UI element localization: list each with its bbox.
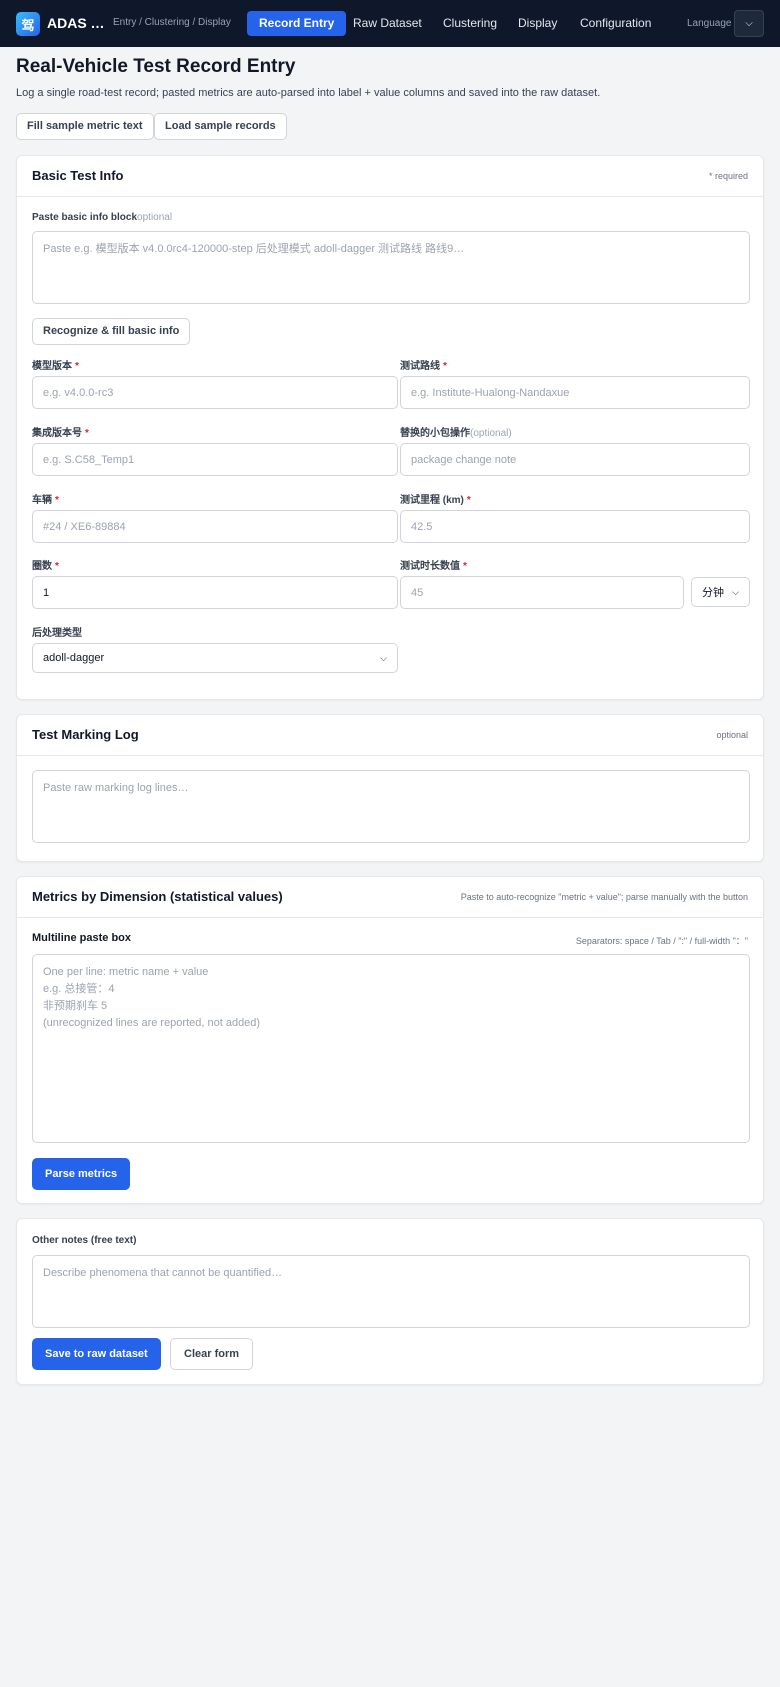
breadcrumb: Entry / Clustering / Display (113, 17, 231, 28)
app-name[interactable]: ADAS … (47, 15, 105, 31)
duration-input[interactable] (400, 576, 684, 609)
metrics-card: Metrics by Dimension (statistical values… (16, 876, 764, 1204)
paste-basic-label: Paste basic info blockoptional (32, 212, 173, 223)
top-nav-bar: 驾 ADAS … Entry / Clustering / Display Re… (0, 0, 780, 47)
tab-display[interactable]: Display (506, 11, 569, 36)
tab-record-entry[interactable]: Record Entry (247, 11, 347, 36)
marking-log-textarea[interactable] (32, 770, 750, 843)
package-change-label: 替换的小包操作(optional) (400, 428, 512, 439)
model-version-input[interactable] (32, 376, 398, 409)
marking-log-card: Test Marking Log optional (16, 714, 764, 862)
laps-input[interactable] (32, 576, 398, 609)
load-sample-button[interactable]: Load sample records (154, 113, 287, 140)
required-hint: * required (708, 171, 748, 181)
card-title: Metrics by Dimension (statistical values… (32, 889, 283, 904)
card-header: Test Marking Log optional (17, 715, 763, 756)
package-change-input[interactable] (400, 443, 750, 476)
paste-basic-textarea[interactable] (32, 231, 750, 304)
postproc-select[interactable]: adoll-dagger ⌵ (32, 643, 398, 673)
vehicle-label: 车辆 * (32, 495, 59, 506)
notes-label: Other notes (free text) (32, 1235, 137, 1246)
duration-unit-value: 分钟 (702, 587, 724, 599)
chevron-down-icon: ⌵ (745, 18, 753, 29)
app-logo-icon[interactable]: 驾 (16, 12, 40, 36)
postproc-value: adoll-dagger (43, 652, 105, 664)
route-input[interactable] (400, 376, 750, 409)
vehicle-input[interactable] (32, 510, 398, 543)
clear-form-button[interactable]: Clear form (170, 1338, 254, 1370)
card-header: Basic Test Info * required (17, 156, 763, 197)
route-label: 测试路线 * (400, 361, 447, 372)
save-to-dataset-button[interactable]: Save to raw dataset (32, 1338, 161, 1370)
basic-info-card: Basic Test Info * required Paste basic i… (16, 155, 764, 700)
language-select[interactable]: ⌵ (734, 10, 764, 37)
duration-label: 测试时长数值 * (400, 561, 467, 572)
tab-configuration[interactable]: Configuration (568, 11, 663, 36)
optional-hint: optional (716, 730, 748, 740)
card-title: Test Marking Log (32, 727, 139, 742)
metrics-textarea[interactable] (32, 954, 750, 1143)
model-version-label: 模型版本 * (32, 361, 79, 372)
card-header: Metrics by Dimension (statistical values… (17, 877, 763, 918)
page-description: Log a single road-test record; pasted me… (16, 87, 601, 99)
metrics-hint: Paste to auto-recognize "metric + value"… (460, 892, 748, 902)
mileage-label: 测试里程 (km) * (400, 495, 471, 506)
multiline-paste-label: Multiline paste box (32, 932, 132, 944)
laps-label: 圈数 * (32, 561, 59, 572)
tab-raw-dataset[interactable]: Raw Dataset (341, 11, 434, 36)
postproc-label: 后处理类型 (32, 628, 82, 639)
notes-card: Other notes (free text) Save to raw data… (16, 1218, 764, 1385)
chevron-down-icon: ⌵ (380, 652, 387, 663)
page-title: Real-Vehicle Test Record Entry (16, 56, 296, 77)
notes-textarea[interactable] (32, 1255, 750, 1328)
recognize-fill-button[interactable]: Recognize & fill basic info (32, 318, 191, 345)
parse-metrics-button[interactable]: Parse metrics (32, 1158, 131, 1190)
language-label: Language (687, 18, 732, 29)
mileage-input[interactable] (400, 510, 750, 543)
integration-version-label: 集成版本号 * (32, 428, 89, 439)
chevron-down-icon: ⌵ (732, 586, 739, 597)
integration-version-input[interactable] (32, 443, 398, 476)
duration-unit-select[interactable]: 分钟 ⌵ (691, 577, 750, 607)
separators-hint: Separators: space / Tab / ":" / full-wid… (575, 936, 748, 946)
card-title: Basic Test Info (32, 168, 124, 183)
fill-sample-button[interactable]: Fill sample metric text (16, 113, 154, 140)
tab-clustering[interactable]: Clustering (431, 11, 509, 36)
